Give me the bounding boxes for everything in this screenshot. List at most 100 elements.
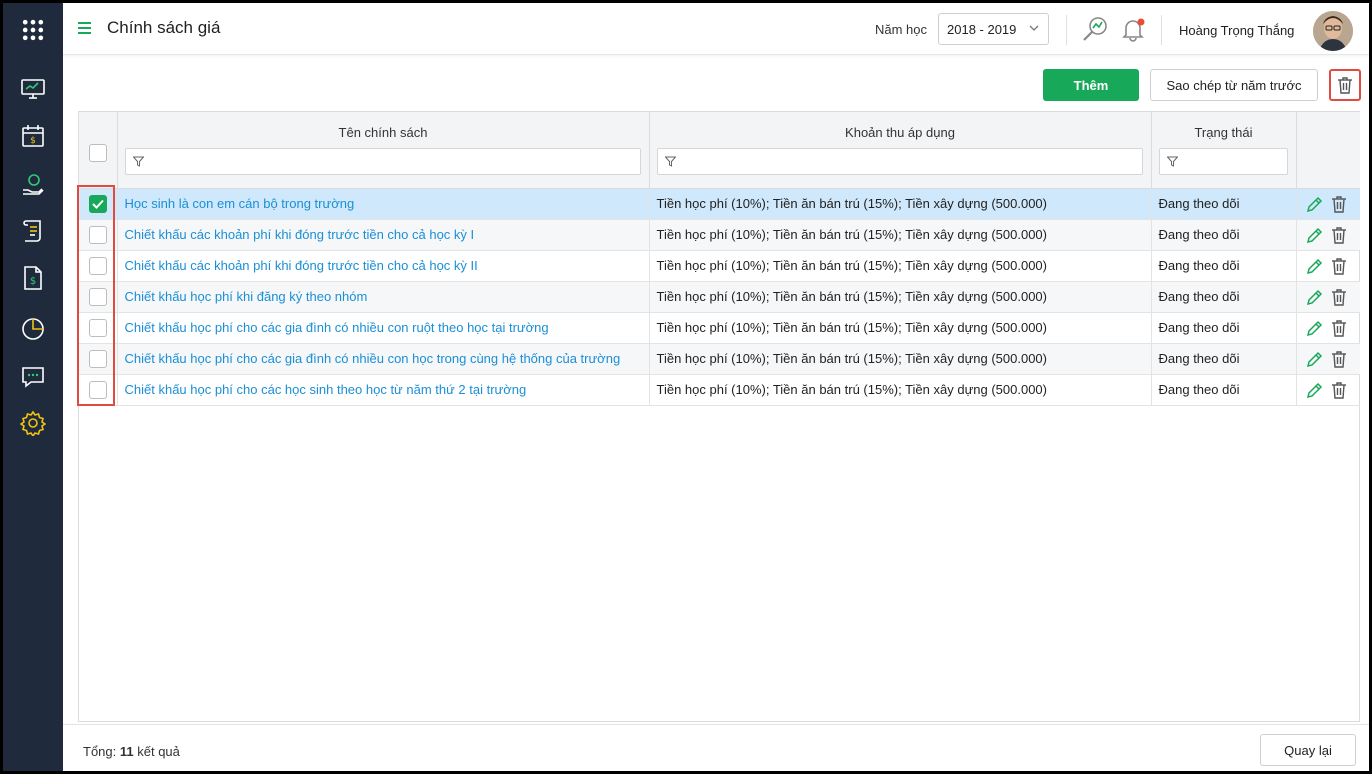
row-checkbox[interactable] (88, 349, 107, 368)
invoice-dollar-icon[interactable]: $ (3, 258, 63, 298)
filter-icon (133, 156, 144, 167)
row-checkbox[interactable] (88, 287, 107, 306)
avatar[interactable] (1313, 11, 1353, 51)
edit-icon[interactable] (1305, 194, 1325, 214)
policy-name-link[interactable]: Chiết khấu các khoản phí khi đóng trước … (125, 227, 475, 242)
table-row[interactable]: Chiết khấu các khoản phí khi đóng trước … (79, 250, 1360, 282)
table-row[interactable]: Chiết khấu học phí khi đăng ký theo nhóm… (79, 281, 1360, 313)
select-all-checkbox[interactable] (88, 144, 107, 162)
fees-cell: Tiền học phí (10%); Tiền ăn bán trú (15%… (649, 219, 1152, 251)
status-cell: Đang theo dõi (1151, 281, 1297, 313)
status-cell: Đang theo dõi (1151, 219, 1297, 251)
apps-grid-icon[interactable] (3, 10, 63, 50)
row-select-cell (79, 219, 118, 251)
trash-icon[interactable] (1329, 349, 1349, 369)
edit-icon[interactable] (1305, 256, 1325, 276)
row-checkbox[interactable] (88, 225, 107, 244)
status-cell: Đang theo dõi (1151, 250, 1297, 282)
bell-icon[interactable] (1119, 15, 1147, 43)
table-row[interactable]: Chiết khấu học phí cho các gia đình có n… (79, 343, 1360, 375)
filter-icon (1167, 156, 1178, 167)
edit-icon[interactable] (1305, 318, 1325, 338)
row-checkbox[interactable] (88, 194, 107, 213)
policy-name-link[interactable]: Chiết khấu học phí cho các học sinh theo… (125, 382, 527, 397)
column-title: Trạng thái (1194, 125, 1253, 140)
actions-cell (1296, 281, 1360, 313)
table-row[interactable]: Chiết khấu các khoản phí khi đóng trước … (79, 219, 1360, 251)
select-all-cell (79, 112, 118, 189)
chevron-down-icon (1029, 25, 1039, 31)
policy-name-cell: Học sinh là con em cán bộ trong trường (117, 188, 650, 220)
copy-from-previous-year-button[interactable]: Sao chép từ năm trước (1150, 69, 1318, 101)
policy-name-link[interactable]: Chiết khấu học phí khi đăng ký theo nhóm (125, 289, 368, 304)
policy-name-link[interactable]: Học sinh là con em cán bộ trong trường (125, 196, 355, 211)
trash-icon[interactable] (1329, 225, 1349, 245)
total-prefix: Tổng: (83, 744, 117, 759)
trash-icon[interactable] (1329, 287, 1349, 307)
row-select-cell (79, 281, 118, 313)
row-checkbox[interactable] (88, 256, 107, 275)
chat-icon[interactable] (3, 357, 63, 397)
table-row[interactable]: Chiết khấu học phí cho các học sinh theo… (79, 374, 1360, 406)
fees-cell: Tiền học phí (10%); Tiền ăn bán trú (15%… (649, 374, 1152, 406)
svg-text:$: $ (30, 276, 36, 287)
row-select-cell (79, 374, 118, 406)
fees-cell: Tiền học phí (10%); Tiền ăn bán trú (15%… (649, 250, 1152, 282)
row-checkbox[interactable] (88, 318, 107, 337)
edit-icon[interactable] (1305, 287, 1325, 307)
calendar-dollar-icon[interactable]: $ (3, 116, 63, 156)
policy-name-link[interactable]: Chiết khấu học phí cho các gia đình có n… (125, 351, 621, 366)
sidebar: $ $ (3, 3, 63, 771)
actions-cell (1296, 312, 1360, 344)
svg-text:$: $ (30, 136, 36, 146)
trash-icon[interactable] (1329, 256, 1349, 276)
fees-filter-input[interactable] (657, 148, 1143, 175)
school-year-select[interactable]: 2018 - 2019 (938, 13, 1049, 45)
fees-cell: Tiền học phí (10%); Tiền ăn bán trú (15%… (649, 188, 1152, 220)
edit-icon[interactable] (1305, 380, 1325, 400)
row-select-cell (79, 343, 118, 375)
policy-name-cell: Chiết khấu học phí khi đăng ký theo nhóm (117, 281, 650, 313)
search-analytics-icon[interactable] (1081, 15, 1109, 43)
divider (1066, 15, 1067, 45)
row-select-cell (79, 188, 118, 220)
add-button[interactable]: Thêm (1043, 69, 1139, 101)
column-title: Tên chính sách (338, 125, 428, 140)
policy-name-cell: Chiết khấu học phí cho các gia đình có n… (117, 312, 650, 344)
monitor-icon[interactable] (3, 69, 63, 109)
row-checkbox[interactable] (88, 380, 107, 399)
page-title: Chính sách giá (107, 18, 221, 37)
policy-name-cell: Chiết khấu các khoản phí khi đóng trước … (117, 250, 650, 282)
name-filter-input[interactable] (125, 148, 641, 175)
back-button[interactable]: Quay lại (1260, 734, 1356, 766)
trash-icon[interactable] (1329, 194, 1349, 214)
policy-name-link[interactable]: Chiết khấu học phí cho các gia đình có n… (125, 320, 549, 335)
school-year-value: 2018 - 2019 (947, 22, 1017, 37)
status-filter-input[interactable] (1159, 148, 1288, 175)
delete-selected-button[interactable] (1329, 69, 1361, 101)
main-area: Chính sách giá Năm học 2018 - 2019 Hoàng… (63, 3, 1369, 771)
column-header-fees: Khoản thu áp dụng (649, 112, 1152, 189)
scroll-icon[interactable] (3, 211, 63, 251)
hamburger-menu-icon[interactable] (77, 18, 95, 38)
user-name[interactable]: Hoàng Trọng Thắng (1179, 23, 1294, 38)
trash-icon[interactable] (1329, 318, 1349, 338)
status-cell: Đang theo dõi (1151, 312, 1297, 344)
table-row[interactable]: Học sinh là con em cán bộ trong trường Ti… (79, 188, 1360, 220)
table-row[interactable]: Chiết khấu học phí cho các gia đình có n… (79, 312, 1360, 344)
column-header-name: Tên chính sách (117, 112, 650, 189)
row-select-cell (79, 312, 118, 344)
hand-coin-icon[interactable] (3, 165, 63, 205)
fees-cell: Tiền học phí (10%); Tiền ăn bán trú (15%… (649, 281, 1152, 313)
trash-icon[interactable] (1329, 380, 1349, 400)
edit-icon[interactable] (1305, 349, 1325, 369)
filter-icon (665, 156, 676, 167)
policy-name-link[interactable]: Chiết khấu các khoản phí khi đóng trước … (125, 258, 478, 273)
gear-icon[interactable] (3, 403, 63, 443)
total-results: Tổng: 11 kết quả (83, 744, 180, 759)
top-bar: Chính sách giá Năm học 2018 - 2019 Hoàng… (63, 3, 1369, 55)
edit-icon[interactable] (1305, 225, 1325, 245)
column-header-status: Trạng thái (1151, 112, 1297, 189)
pie-chart-icon[interactable] (3, 309, 63, 349)
actions-cell (1296, 188, 1360, 220)
